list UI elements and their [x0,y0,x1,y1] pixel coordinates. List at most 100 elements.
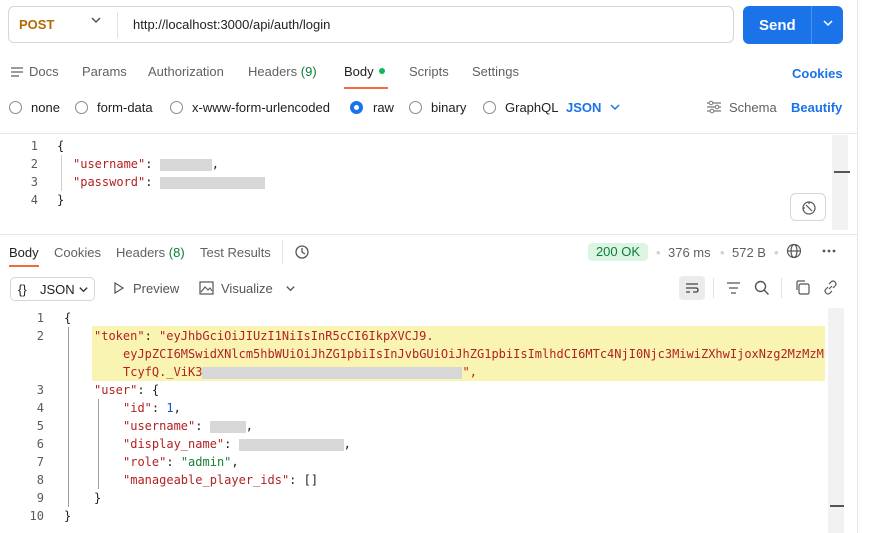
globe-icon[interactable] [786,243,802,259]
user-line[interactable]: "user": { [94,383,159,397]
response-tab-headers[interactable]: Headers (8) [116,245,185,260]
response-tab-test-results[interactable]: Test Results [200,245,271,260]
json-key: "manageable_player_ids" [123,473,290,487]
radio-raw[interactable] [350,101,363,114]
tab-headers[interactable]: Headers (9) [248,64,317,79]
json-key: "role" [123,455,167,469]
active-tab-underline [344,87,388,89]
chevron-down-icon[interactable] [821,16,835,30]
line-number: 1 [30,139,38,153]
tab-divider [282,240,283,264]
line-number: 1 [36,311,44,325]
pane-divider [0,234,857,235]
line-number: 4 [30,193,38,207]
line-number: 3 [30,175,38,189]
json-comma: , [343,437,351,451]
meta-separator: • [656,245,661,260]
id-line[interactable]: "id": 1, [123,401,181,415]
response-size[interactable]: 572 B [732,245,766,260]
tab-scripts[interactable]: Scripts [409,64,449,79]
link-icon[interactable] [823,280,838,295]
token-value-part: eyJpZCI6MSwidXNlcm5hbWUiOiJhZG1pbiIsInJv… [123,347,824,361]
editor-scrollbar[interactable] [832,135,848,230]
json-comma: , [231,455,239,469]
token-line[interactable]: "token": "eyJhbGciOiJIUzI1NiIsInR5cCI6Ik… [94,329,434,343]
url-input[interactable]: http://localhost:3000/api/auth/login [133,17,330,32]
filter-icon[interactable] [726,281,741,295]
line-number: 3 [36,383,44,397]
chevron-down-icon[interactable] [285,283,296,294]
tab-settings[interactable]: Settings [472,64,519,79]
tab-docs[interactable]: Docs [29,64,59,79]
players-line[interactable]: "manageable_player_ids": [] [123,473,318,487]
method-select[interactable]: POST [19,17,54,32]
tab-body[interactable]: Body [344,64,374,79]
radio-urlencoded[interactable] [170,101,183,114]
cookies-link[interactable]: Cookies [792,66,843,81]
json-colon: : [151,401,160,415]
json-colon: : [137,383,145,397]
magic-button[interactable] [790,193,826,221]
history-icon[interactable] [294,244,310,260]
schema-button[interactable]: Schema [729,100,777,115]
status-badge: 200 OK [588,243,648,261]
username-line[interactable]: "username": , [123,419,253,433]
chevron-down-icon[interactable] [609,101,621,113]
response-tab-body[interactable]: Body [9,245,39,260]
radio-graphql[interactable] [483,101,496,114]
tab-authorization[interactable]: Authorization [148,64,224,79]
format-select[interactable]: JSON [566,100,601,115]
radio-binary[interactable] [409,101,422,114]
chevron-down-icon[interactable] [90,14,102,26]
json-key: "token" [94,329,145,343]
indent-guide [68,327,69,507]
json-brace: } [64,509,72,523]
chevron-down-icon [78,284,89,295]
url-divider [117,12,118,38]
json-colon: : [224,437,232,451]
json-brace: { [151,383,160,397]
redacted-username [159,158,212,171]
line-number: 7 [36,455,44,469]
toolbar-divider [781,278,782,298]
role-line[interactable]: "role": "admin", [123,455,239,469]
send-button[interactable]: Send [743,6,843,44]
wrap-icon [685,281,699,295]
username-line[interactable]: "username": , [73,157,219,171]
redacted-username [209,420,246,433]
token-value-part: "eyJhbGciOiJIUzI1NiIsInR5cCI6IkpXVCJ9. [159,329,434,343]
response-tab-cookies[interactable]: Cookies [54,245,101,260]
password-line[interactable]: "password": [73,175,265,189]
line-number: 4 [36,401,44,415]
response-format-select[interactable]: {} JSON [10,277,95,301]
scrollbar-thumb[interactable] [830,505,844,507]
indent-guide [61,155,62,191]
radio-form-data[interactable] [75,101,88,114]
body-modified-dot [379,68,385,74]
send-divider [811,6,812,44]
json-string: "admin" [180,455,232,469]
preview-button[interactable]: Preview [133,281,179,296]
radio-none[interactable] [9,101,22,114]
search-icon[interactable] [754,280,770,296]
radio-graphql-label: GraphQL [505,100,559,115]
more-icon[interactable] [822,249,836,253]
response-time[interactable]: 376 ms [668,245,711,260]
json-colon: : [166,455,174,469]
redacted-password [159,176,265,189]
wrap-lines-button[interactable] [679,276,705,300]
json-brace: { [64,311,72,325]
visualize-button[interactable]: Visualize [221,281,273,296]
json-key: "username" [123,419,196,433]
json-colon: : [144,329,152,343]
play-icon [113,282,125,294]
tab-params[interactable]: Params [82,64,127,79]
display-name-line[interactable]: "display_name": , [123,437,351,451]
beautify-button[interactable]: Beautify [791,100,842,115]
line-number: 10 [29,509,44,523]
copy-icon[interactable] [795,280,810,295]
scrollbar-thumb[interactable] [834,171,850,173]
response-scrollbar[interactable] [828,308,844,533]
redacted-display-name [238,438,344,451]
schema-icon[interactable] [706,100,722,114]
